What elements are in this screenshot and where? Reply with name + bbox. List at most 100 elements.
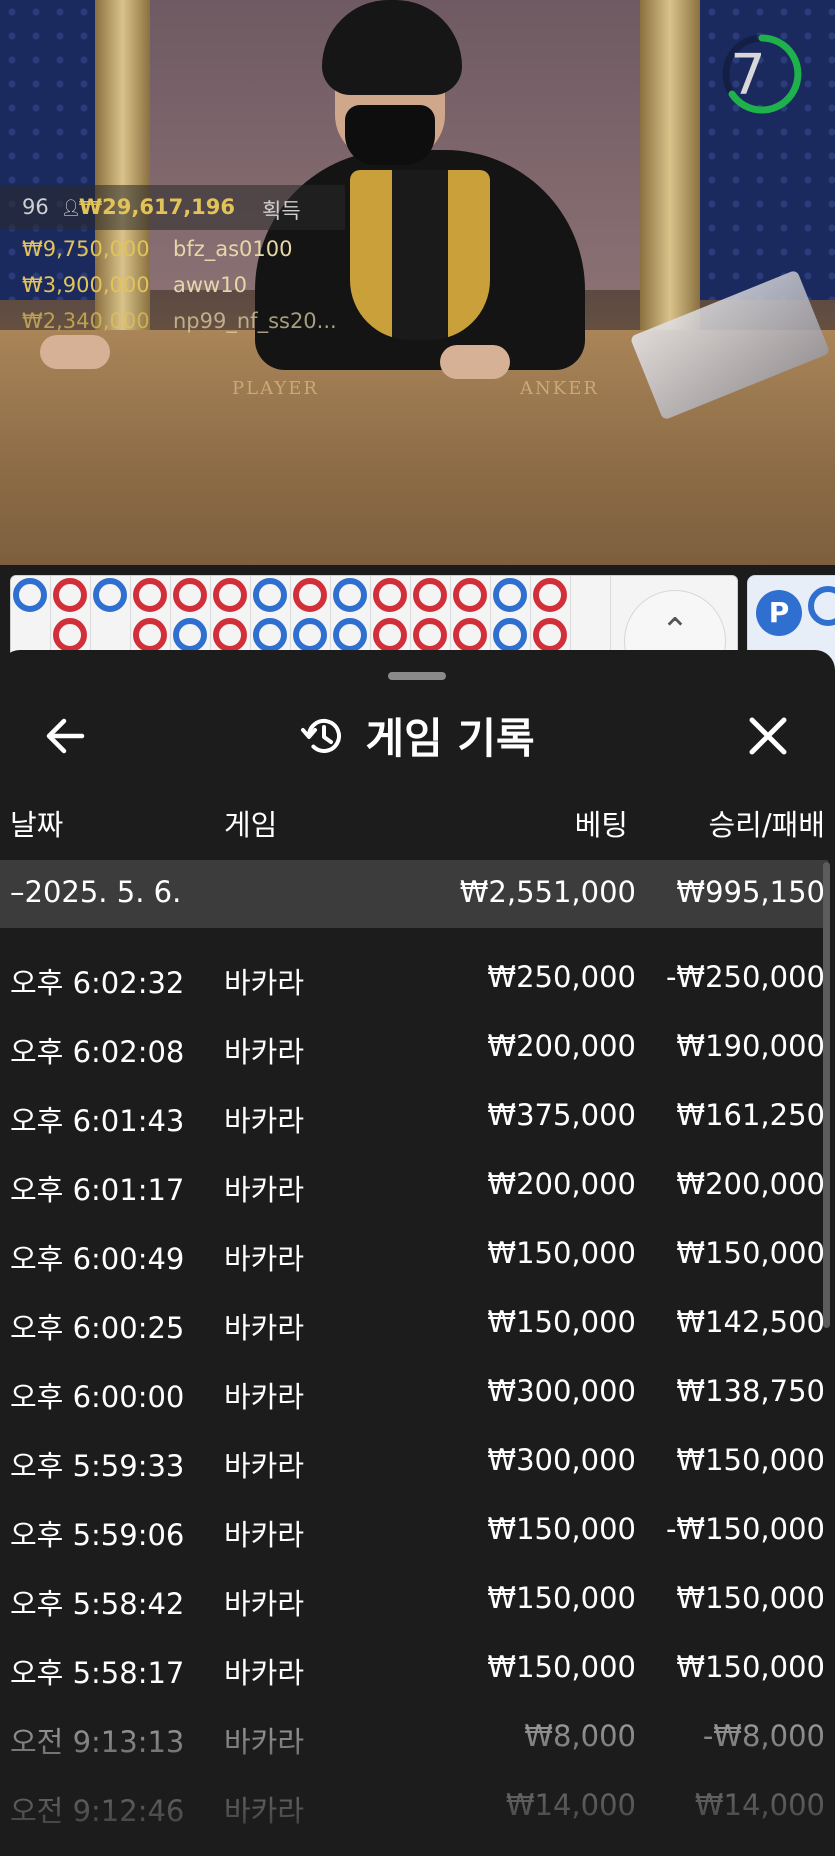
history-game: 바카라 — [224, 1449, 305, 1483]
player-bead — [493, 578, 527, 612]
player-bead — [293, 618, 327, 652]
history-result: ₩14,000 — [694, 1788, 825, 1822]
sheet-drag-handle[interactable] — [388, 672, 446, 680]
history-bet: ₩300,000 — [487, 1443, 636, 1477]
history-game: 바카라 — [224, 1311, 305, 1345]
column-header-bet[interactable]: 베팅 — [500, 802, 628, 844]
history-time: 오후 6:02:32 — [10, 966, 185, 1000]
column-header-result[interactable]: 승리/패배 — [640, 802, 826, 844]
banker-bead — [133, 578, 167, 612]
banker-zone-label: ANKER — [520, 378, 599, 399]
history-time: 오후 5:58:42 — [10, 1587, 185, 1621]
history-row[interactable]: 오후 6:01:17 바카라 ₩200,000 ₩200,000 — [0, 1157, 828, 1226]
banker-bead — [373, 618, 407, 652]
dealer-vest — [350, 170, 490, 340]
history-time: 오후 5:59:33 — [10, 1449, 185, 1483]
date-group-result-total: ₩995,150 — [676, 875, 825, 909]
history-result: ₩150,000 — [676, 1650, 825, 1684]
banker-bead — [53, 578, 87, 612]
history-time: 오후 6:01:43 — [10, 1104, 185, 1138]
close-button[interactable] — [738, 706, 798, 766]
history-bet: ₩14,000 — [505, 1788, 636, 1822]
game-history-sheet: 게임 기록 날짜 게임 베팅 승리/패배 –2025. 5. 6. ₩2,551… — [0, 650, 835, 1856]
history-time: 오후 6:02:08 — [10, 1035, 185, 1069]
history-row[interactable]: 오전 9:13:13 바카라 ₩8,000 -₩8,000 — [0, 1709, 828, 1778]
winner-name: bfz_as0100 — [173, 237, 293, 261]
history-result: ₩142,500 — [676, 1305, 825, 1339]
history-bet: ₩150,000 — [487, 1236, 636, 1270]
dealer-hand — [40, 335, 110, 369]
history-time: 오전 9:12:46 — [10, 1794, 185, 1828]
banker-bead — [293, 578, 327, 612]
history-game: 바카라 — [224, 1380, 305, 1414]
date-group-label: –2025. 5. 6. — [10, 875, 182, 909]
history-result: ₩161,250 — [676, 1098, 825, 1132]
banker-bead — [413, 578, 447, 612]
history-row[interactable]: 오후 6:01:43 바카라 ₩375,000 ₩161,250 — [0, 1088, 828, 1157]
history-time: 오후 6:01:17 — [10, 1173, 185, 1207]
history-game: 바카라 — [224, 1242, 305, 1276]
history-game: 바카라 — [224, 1104, 305, 1138]
history-row[interactable]: 오후 5:58:42 바카라 ₩150,000 ₩150,000 — [0, 1571, 828, 1640]
history-result: ₩200,000 — [676, 1167, 825, 1201]
history-game: 바카라 — [224, 1794, 305, 1828]
history-result: ₩138,750 — [676, 1374, 825, 1408]
page-title: 게임 기록 — [365, 714, 535, 763]
player-bead — [333, 578, 367, 612]
player-zone-label: PLAYER — [232, 378, 319, 399]
winner-name: np99_nf_ss20... — [173, 309, 337, 333]
history-time: 오후 6:00:49 — [10, 1242, 185, 1276]
history-bet: ₩150,000 — [487, 1581, 636, 1615]
history-time: 오후 6:00:00 — [10, 1380, 185, 1414]
history-result: ₩150,000 — [676, 1236, 825, 1270]
history-time: 오전 9:13:13 — [10, 1725, 185, 1759]
banker-bead — [173, 578, 207, 612]
date-group-row[interactable]: –2025. 5. 6. ₩2,551,000 ₩995,150 — [0, 860, 828, 928]
history-bet: ₩250,000 — [487, 960, 636, 994]
player-bead — [13, 578, 47, 612]
column-header-date[interactable]: 날짜 — [10, 802, 63, 844]
history-game: 바카라 — [224, 1035, 305, 1069]
history-game: 바카라 — [224, 1656, 305, 1690]
history-game: 바카라 — [224, 1725, 305, 1759]
player-bead — [253, 578, 287, 612]
history-row[interactable]: 오후 5:59:06 바카라 ₩150,000 -₩150,000 — [0, 1502, 828, 1571]
close-icon — [749, 717, 787, 755]
history-result: -₩8,000 — [702, 1719, 825, 1753]
history-row[interactable]: 오후 6:00:00 바카라 ₩300,000 ₩138,750 — [0, 1364, 828, 1433]
history-icon — [301, 718, 342, 753]
history-game: 바카라 — [224, 1587, 305, 1621]
history-row[interactable]: 오후 6:00:25 바카라 ₩150,000 ₩142,500 — [0, 1295, 828, 1364]
banker-bead — [453, 578, 487, 612]
history-row[interactable]: 오전 9:12:46 바카라 ₩14,000 ₩14,000 — [0, 1778, 828, 1847]
banker-bead — [533, 618, 567, 652]
history-row[interactable]: 오후 6:02:08 바카라 ₩200,000 ₩190,000 — [0, 1019, 828, 1088]
countdown-timer-value: 7 — [730, 43, 766, 108]
banker-bead — [533, 578, 567, 612]
history-row[interactable]: 오후 6:02:32 바카라 ₩250,000 -₩250,000 — [0, 950, 828, 1019]
column-header-game[interactable]: 게임 — [224, 802, 277, 844]
history-bet: ₩200,000 — [487, 1167, 636, 1201]
winner-amount: ₩2,340,000 — [22, 309, 150, 333]
history-row[interactable]: 오후 6:00:49 바카라 ₩150,000 ₩150,000 — [0, 1226, 828, 1295]
history-time: 오후 5:59:06 — [10, 1518, 185, 1552]
total-winnings-suffix: 획득 — [262, 199, 301, 223]
player-predict-icon[interactable]: P — [756, 590, 802, 636]
history-result: ₩150,000 — [676, 1443, 825, 1477]
history-game: 바카라 — [224, 966, 305, 1000]
scrollbar[interactable] — [823, 862, 830, 1328]
banker-bead — [453, 618, 487, 652]
banker-bead — [53, 618, 87, 652]
history-game: 바카라 — [224, 1173, 305, 1207]
winner-amount: ₩3,900,000 — [22, 273, 150, 297]
history-result: ₩190,000 — [676, 1029, 825, 1063]
history-row[interactable]: 오후 5:59:33 바카라 ₩300,000 ₩150,000 — [0, 1433, 828, 1502]
history-game: 바카라 — [224, 1518, 305, 1552]
player-bead — [493, 618, 527, 652]
banker-bead — [213, 618, 247, 652]
winner-amount: ₩9,750,000 — [22, 237, 150, 261]
history-result: ₩150,000 — [676, 1581, 825, 1615]
history-bet: ₩200,000 — [487, 1029, 636, 1063]
history-row[interactable]: 오후 5:58:17 바카라 ₩150,000 ₩150,000 — [0, 1640, 828, 1709]
history-bet: ₩150,000 — [487, 1305, 636, 1339]
